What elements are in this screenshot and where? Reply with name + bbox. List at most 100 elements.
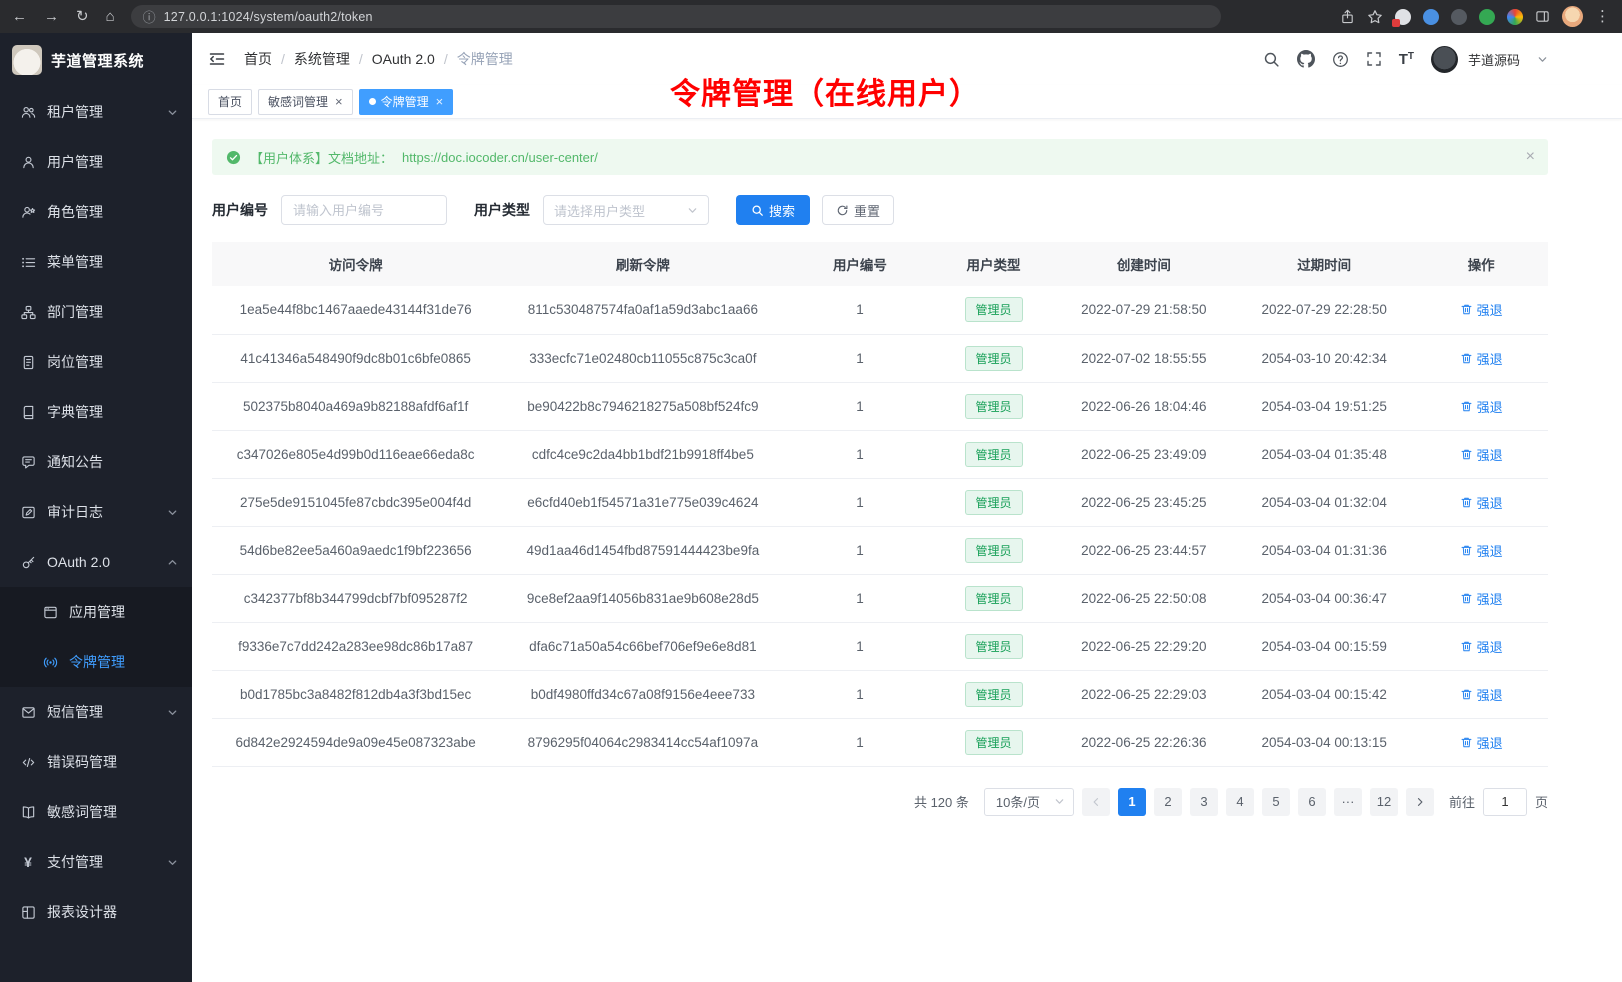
user-id-input[interactable] (281, 195, 447, 225)
created-time-cell: 2022-07-29 21:58:50 (1054, 286, 1234, 334)
prev-page-button[interactable] (1082, 788, 1110, 816)
force-logout-button[interactable]: 强退 (1460, 733, 1503, 752)
user-type-select[interactable]: 请选择用户类型 (543, 195, 709, 225)
forward-icon[interactable]: → (44, 9, 59, 24)
force-logout-button[interactable]: 强退 (1460, 637, 1503, 656)
sidebar-item-role[interactable]: 角色管理 (0, 187, 192, 237)
address-bar[interactable]: ⓘ 127.0.0.1:1024/system/oauth2/token (131, 5, 1221, 28)
force-logout-button[interactable]: 强退 (1460, 300, 1503, 319)
page-info-icon[interactable]: ⓘ (143, 7, 156, 26)
sidebar-item-tenant[interactable]: 租户管理 (0, 87, 192, 137)
breadcrumb-system[interactable]: 系统管理 (294, 49, 350, 69)
logo-image (12, 45, 42, 75)
force-logout-button[interactable]: 强退 (1460, 349, 1503, 368)
extension-icon[interactable] (1451, 9, 1467, 25)
menu-fold-icon[interactable] (208, 50, 226, 68)
page-button-1[interactable]: 1 (1118, 788, 1146, 816)
sidebar-item-dept[interactable]: 部门管理 (0, 287, 192, 337)
next-page-button[interactable] (1406, 788, 1434, 816)
user-type-cell: 管理员 (933, 718, 1053, 766)
page-button-2[interactable]: 2 (1154, 788, 1182, 816)
chevron-down-icon[interactable] (1537, 54, 1548, 65)
created-time-cell: 2022-06-25 22:29:20 (1054, 622, 1234, 670)
sidebar-item-user[interactable]: 用户管理 (0, 137, 192, 187)
sidebar-item-label: 敏感词管理 (47, 802, 117, 822)
goto-page-input[interactable] (1483, 788, 1527, 816)
back-icon[interactable]: ← (12, 9, 27, 24)
help-icon[interactable] (1332, 51, 1349, 68)
user-type-cell: 管理员 (933, 622, 1053, 670)
force-logout-button[interactable]: 强退 (1460, 397, 1503, 416)
font-size-icon[interactable]: TT (1399, 52, 1414, 67)
reset-button-label: 重置 (854, 201, 880, 220)
reset-button[interactable]: 重置 (822, 195, 894, 225)
page-button-3[interactable]: 3 (1190, 788, 1218, 816)
page-size-select[interactable]: 10条/页 (984, 788, 1074, 816)
home-icon[interactable]: ⌂ (106, 9, 115, 24)
close-icon[interactable]: × (335, 95, 343, 108)
tab-sensitive-word[interactable]: 敏感词管理× (258, 89, 353, 115)
browser-profile-avatar[interactable] (1562, 6, 1583, 27)
created-time-cell: 2022-07-02 18:55:55 (1054, 334, 1234, 382)
search-button[interactable]: 搜索 (736, 195, 810, 225)
force-logout-button[interactable]: 强退 (1460, 685, 1503, 704)
role-icon (20, 205, 36, 220)
sidebar-subitem-token[interactable]: 令牌管理 (0, 637, 192, 687)
breadcrumb-home[interactable]: 首页 (244, 49, 272, 69)
sidebar-item-error-code[interactable]: 错误码管理 (0, 737, 192, 787)
sidebar-item-label: 审计日志 (47, 502, 103, 522)
extension-icon[interactable] (1479, 9, 1495, 25)
alert-text: 【用户体系】文档地址： (250, 148, 393, 167)
user-id-cell: 1 (786, 430, 933, 478)
sidebar-item-post[interactable]: 岗位管理 (0, 337, 192, 387)
reload-icon[interactable]: ↻ (76, 9, 89, 24)
close-icon[interactable]: × (1526, 148, 1535, 166)
extension-icon[interactable] (1395, 9, 1411, 25)
tab-token[interactable]: 令牌管理× (359, 89, 454, 115)
browser-menu-icon[interactable]: ⋮ (1595, 9, 1610, 24)
bookmark-star-icon[interactable] (1367, 9, 1383, 25)
doc-link[interactable]: https://doc.iocoder.cn/user-center/ (402, 150, 598, 165)
refresh-token-cell: 9ce8ef2aa9f14056b831ae9b608e28d5 (499, 574, 786, 622)
extension-icon[interactable] (1423, 9, 1439, 25)
app-logo[interactable]: 芋道管理系统 (0, 33, 192, 87)
force-logout-button[interactable]: 强退 (1460, 541, 1503, 560)
sidebar-item-dict[interactable]: 字典管理 (0, 387, 192, 437)
force-logout-button[interactable]: 强退 (1460, 493, 1503, 512)
username[interactable]: 芋道源码 (1468, 50, 1520, 69)
tab-home[interactable]: 首页 (208, 89, 252, 115)
close-icon[interactable]: × (436, 95, 444, 108)
sidebar-item-menu[interactable]: 菜单管理 (0, 237, 192, 287)
pager-ellipsis[interactable]: ··· (1334, 788, 1362, 816)
page-button-6[interactable]: 6 (1298, 788, 1326, 816)
sidebar-item-report[interactable]: 报表设计器 (0, 887, 192, 937)
breadcrumb-oauth[interactable]: OAuth 2.0 (372, 51, 435, 67)
user-avatar[interactable] (1431, 46, 1458, 73)
sidebar-item-pay[interactable]: ¥支付管理 (0, 837, 192, 887)
github-icon[interactable] (1297, 50, 1315, 68)
expire-time-cell: 2054-03-04 00:15:42 (1234, 670, 1414, 718)
side-panel-icon[interactable] (1535, 9, 1550, 24)
sidebar-item-sensitive-word[interactable]: 敏感词管理 (0, 787, 192, 837)
action-cell: 强退 (1414, 334, 1548, 382)
sidebar-item-notice[interactable]: 通知公告 (0, 437, 192, 487)
force-logout-button[interactable]: 强退 (1460, 445, 1503, 464)
sidebar-item-oauth2[interactable]: OAuth 2.0 (0, 537, 192, 587)
sidebar-subitem-app[interactable]: 应用管理 (0, 587, 192, 637)
user-type-badge: 管理员 (965, 490, 1023, 515)
access-token-cell: 502375b8040a469a9b82188afdf6af1f (212, 382, 499, 430)
extension-icon[interactable] (1507, 9, 1523, 25)
sidebar-item-label: 通知公告 (47, 452, 103, 472)
page-button-4[interactable]: 4 (1226, 788, 1254, 816)
search-icon[interactable] (1263, 51, 1280, 68)
fullscreen-icon[interactable] (1366, 51, 1382, 67)
created-time-cell: 2022-06-25 22:50:08 (1054, 574, 1234, 622)
created-time-cell: 2022-06-25 22:26:36 (1054, 718, 1234, 766)
sidebar-item-sms[interactable]: 短信管理 (0, 687, 192, 737)
action-cell: 强退 (1414, 286, 1548, 334)
share-icon[interactable] (1340, 9, 1355, 24)
page-button-5[interactable]: 5 (1262, 788, 1290, 816)
force-logout-button[interactable]: 强退 (1460, 589, 1503, 608)
sidebar-item-audit-log[interactable]: 审计日志 (0, 487, 192, 537)
page-button-12[interactable]: 12 (1370, 788, 1398, 816)
